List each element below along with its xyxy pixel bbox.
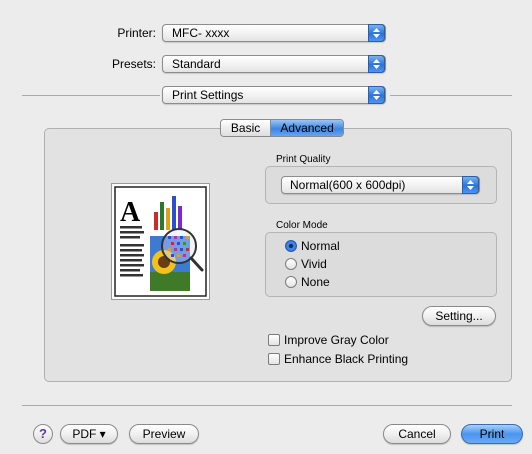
help-button[interactable]: ?	[33, 424, 53, 444]
radio-normal-label[interactable]: Normal	[301, 239, 340, 253]
popup-arrows-icon	[368, 86, 385, 104]
separator-right	[390, 95, 512, 96]
preview-letter: A	[120, 197, 141, 228]
setting-button[interactable]: Setting...	[422, 306, 496, 326]
enhance-black-label[interactable]: Enhance Black Printing	[284, 352, 408, 366]
printer-value: MFC- xxxx	[172, 26, 230, 40]
enhance-black-checkbox[interactable]	[268, 353, 280, 365]
printer-label: Printer:	[117, 26, 156, 40]
presets-popup[interactable]: Standard	[162, 55, 386, 73]
radio-normal[interactable]	[285, 240, 297, 252]
preview-graphic: A	[114, 186, 207, 297]
radio-none[interactable]	[285, 276, 297, 288]
improve-gray-checkbox[interactable]	[268, 334, 280, 346]
presets-value: Standard	[172, 57, 221, 71]
print-quality-label: Print Quality	[276, 154, 331, 165]
color-mode-box	[265, 232, 497, 297]
cancel-button[interactable]: Cancel	[383, 424, 451, 444]
print-quality-value: Normal(600 x 600dpi)	[290, 178, 406, 192]
separator-left	[22, 95, 160, 96]
bottom-separator	[22, 405, 512, 406]
radio-vivid-label[interactable]: Vivid	[301, 257, 327, 271]
tab-bar: Basic Advanced	[220, 119, 344, 137]
radio-none-label[interactable]: None	[301, 275, 330, 289]
tab-basic[interactable]: Basic	[221, 120, 272, 136]
print-quality-popup[interactable]: Normal(600 x 600dpi)	[281, 176, 480, 194]
pdf-button[interactable]: PDF ▾	[60, 424, 118, 444]
popup-arrows-icon	[462, 176, 479, 194]
print-preview-image: A	[111, 183, 210, 300]
preview-button[interactable]: Preview	[129, 424, 199, 444]
radio-vivid[interactable]	[285, 258, 297, 270]
printer-popup[interactable]: MFC- xxxx	[162, 24, 386, 42]
improve-gray-label[interactable]: Improve Gray Color	[284, 333, 389, 347]
print-button[interactable]: Print	[461, 424, 523, 444]
panel-value: Print Settings	[172, 88, 244, 102]
presets-label: Presets:	[111, 57, 156, 71]
panel-popup[interactable]: Print Settings	[162, 86, 386, 104]
color-mode-label: Color Mode	[276, 220, 328, 231]
popup-arrows-icon	[368, 55, 385, 73]
popup-arrows-icon	[368, 24, 385, 42]
tab-advanced[interactable]: Advanced	[271, 120, 343, 136]
